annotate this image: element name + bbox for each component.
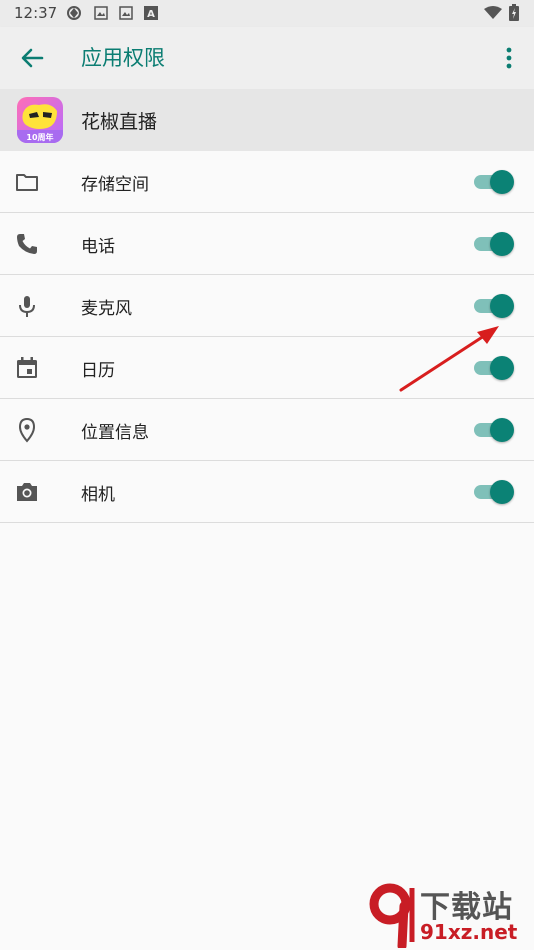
annotation-arrow-icon — [399, 326, 499, 392]
permission-label: 麦克风 — [81, 299, 132, 319]
app-header: 10周年 花椒直播 — [0, 89, 534, 151]
permission-label: 日历 — [81, 361, 115, 381]
permission-row-camera[interactable]: 相机 — [0, 461, 534, 523]
permission-label: 位置信息 — [81, 423, 149, 443]
permission-row-storage[interactable]: 存储空间 — [0, 151, 534, 213]
phone-icon — [17, 234, 37, 254]
wifi-icon — [484, 6, 502, 19]
permission-label: 相机 — [81, 485, 115, 505]
gallery-icon — [94, 6, 108, 20]
app-icon-badge: 10周年 — [26, 132, 53, 142]
permission-label: 电话 — [81, 237, 115, 257]
status-time: 12:37 — [14, 4, 58, 22]
watermark-logo-icon — [369, 883, 415, 948]
arrow-left-icon[interactable] — [18, 44, 46, 72]
battery-icon — [509, 4, 519, 21]
sync-icon — [67, 6, 81, 20]
location-toggle[interactable] — [474, 418, 514, 442]
location-icon — [18, 417, 36, 443]
page-title: 应用权限 — [81, 46, 165, 70]
microphone-icon — [19, 296, 35, 317]
watermark-url: 91xz.net — [420, 920, 518, 944]
svg-text:A: A — [147, 9, 155, 20]
gallery-icon — [119, 6, 133, 20]
camera-icon — [17, 483, 37, 501]
permission-row-location[interactable]: 位置信息 — [0, 399, 534, 461]
phone-toggle[interactable] — [474, 232, 514, 256]
microphone-toggle[interactable] — [474, 294, 514, 318]
toolbar: 应用权限 — [0, 27, 534, 89]
permission-row-phone[interactable]: 电话 — [0, 213, 534, 275]
watermark: 下载站 91xz.net — [368, 880, 534, 950]
camera-toggle[interactable] — [474, 480, 514, 504]
calendar-icon — [17, 357, 37, 378]
storage-toggle[interactable] — [474, 170, 514, 194]
more-vert-icon[interactable] — [497, 44, 521, 72]
permission-label: 存储空间 — [81, 175, 149, 195]
app-logo-icon: 10周年 — [17, 97, 63, 143]
folder-icon — [16, 174, 38, 191]
a-icon: A — [144, 6, 158, 20]
status-bar: 12:37 A — [0, 0, 534, 27]
app-name: 花椒直播 — [81, 111, 158, 133]
